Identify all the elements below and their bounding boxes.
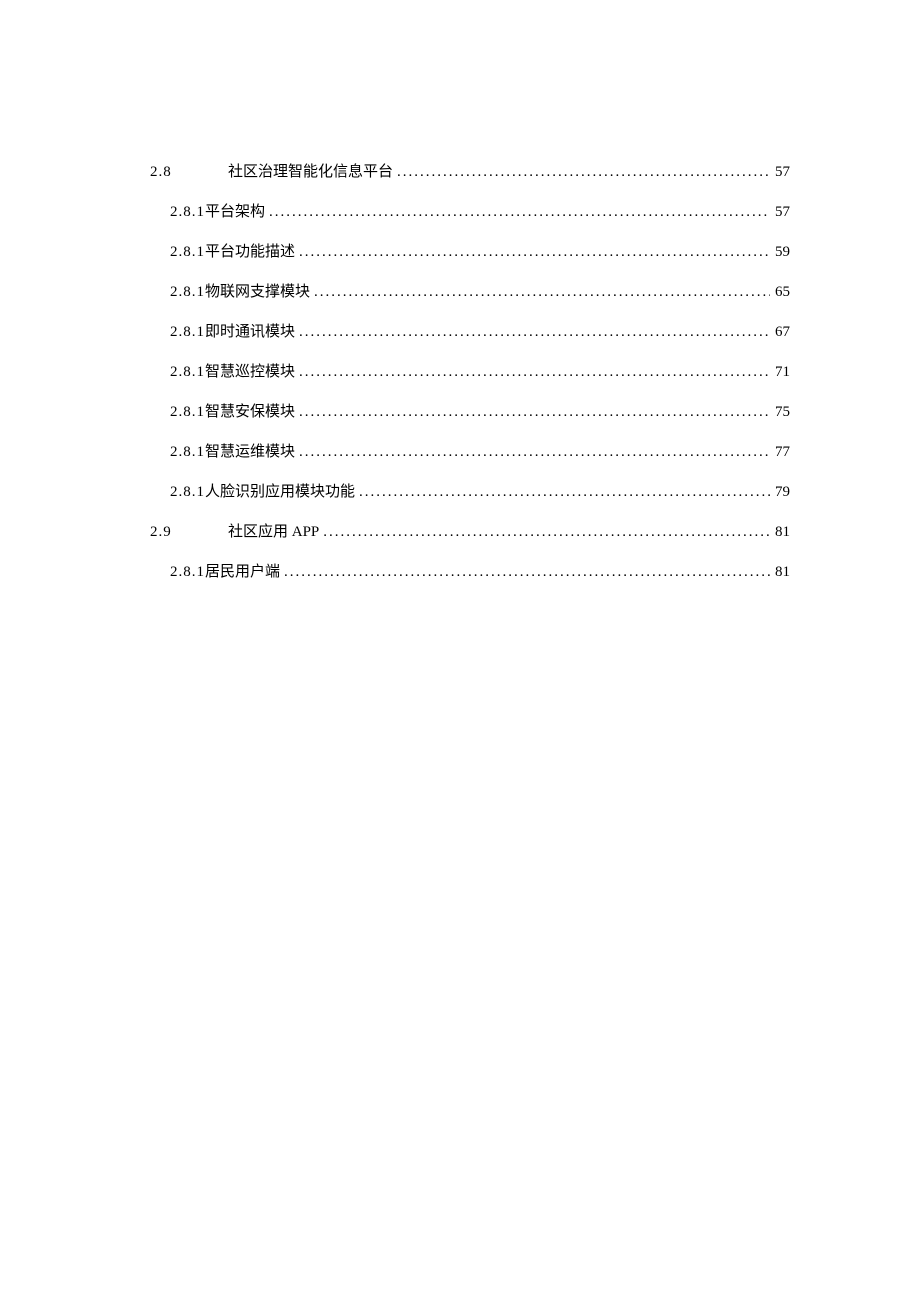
toc-entry[interactable]: 2.8.1 人脸识别应用模块功能 79	[150, 480, 790, 501]
toc-title: 物联网支撑模块	[205, 280, 310, 301]
toc-page-number: 57	[770, 204, 790, 221]
toc-number: 2.8.1	[170, 244, 205, 261]
toc-title: 智慧运维模块	[205, 440, 295, 461]
toc-number: 2.8.1	[170, 564, 205, 581]
toc-entry[interactable]: 2.8.1 即时通讯模块 67	[150, 320, 790, 341]
toc-title: 平台功能描述	[205, 240, 295, 261]
toc-entry[interactable]: 2.9 社区应用 APP 81	[150, 520, 790, 541]
toc-number: 2.8.1	[170, 284, 205, 301]
toc-number: 2.9	[150, 524, 228, 541]
toc-leader-dots	[295, 364, 770, 381]
toc-number: 2.8.1	[170, 364, 205, 381]
toc-leader-dots	[310, 284, 770, 301]
toc-title: 平台架构	[205, 200, 265, 221]
toc-page-number: 57	[770, 164, 790, 181]
toc-entry[interactable]: 2.8.1 平台功能描述 59	[150, 240, 790, 261]
toc-title: 人脸识别应用模块功能	[205, 480, 355, 501]
toc-number: 2.8.1	[170, 324, 205, 341]
toc-page-number: 75	[770, 404, 790, 421]
toc-title: 社区应用 APP	[228, 520, 319, 541]
toc-page-number: 65	[770, 284, 790, 301]
toc-page-number: 77	[770, 444, 790, 461]
toc-leader-dots	[319, 524, 770, 541]
toc-title: 智慧安保模块	[205, 400, 295, 421]
toc-leader-dots	[295, 444, 770, 461]
toc-title: 社区治理智能化信息平台	[228, 160, 393, 181]
toc-leader-dots	[355, 484, 770, 501]
toc-page-number: 81	[770, 524, 790, 541]
toc-number: 2.8.1	[170, 444, 205, 461]
toc-page-number: 71	[770, 364, 790, 381]
toc-entry[interactable]: 2.8.1 智慧运维模块 77	[150, 440, 790, 461]
toc-leader-dots	[280, 564, 770, 581]
toc-number: 2.8.1	[170, 484, 205, 501]
toc-page-number: 79	[770, 484, 790, 501]
toc-leader-dots	[295, 404, 770, 421]
toc-title: 即时通讯模块	[205, 320, 295, 341]
table-of-contents: 2.8 社区治理智能化信息平台 57 2.8.1 平台架构 57 2.8.1 平…	[150, 160, 790, 581]
toc-entry[interactable]: 2.8.1 居民用户端 81	[150, 560, 790, 581]
toc-number: 2.8.1	[170, 404, 205, 421]
toc-entry[interactable]: 2.8.1 智慧安保模块 75	[150, 400, 790, 421]
toc-entry[interactable]: 2.8.1 智慧巡控模块 71	[150, 360, 790, 381]
toc-entry[interactable]: 2.8 社区治理智能化信息平台 57	[150, 160, 790, 181]
toc-entry[interactable]: 2.8.1 物联网支撑模块 65	[150, 280, 790, 301]
toc-leader-dots	[295, 324, 770, 341]
toc-title: 智慧巡控模块	[205, 360, 295, 381]
toc-title: 居民用户端	[205, 560, 280, 581]
toc-leader-dots	[393, 164, 770, 181]
toc-leader-dots	[265, 204, 770, 221]
toc-page-number: 67	[770, 324, 790, 341]
toc-number: 2.8	[150, 164, 228, 181]
toc-leader-dots	[295, 244, 770, 261]
toc-number: 2.8.1	[170, 204, 205, 221]
toc-page-number: 81	[770, 564, 790, 581]
toc-entry[interactable]: 2.8.1 平台架构 57	[150, 200, 790, 221]
toc-page-number: 59	[770, 244, 790, 261]
